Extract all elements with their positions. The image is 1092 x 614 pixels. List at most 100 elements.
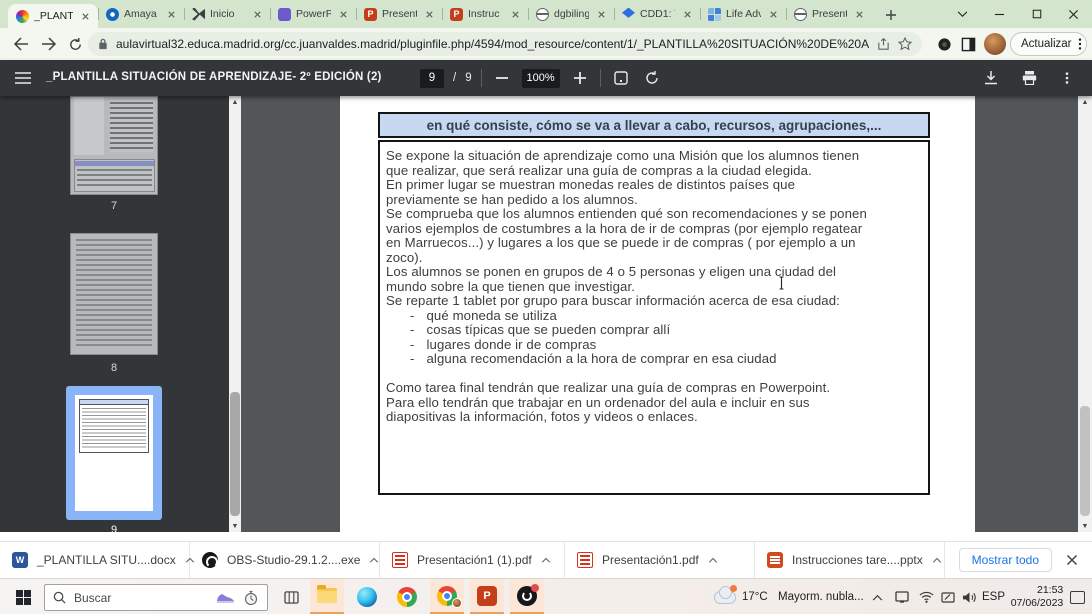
thumbnail-header-bar <box>80 400 148 405</box>
graduation-cap-favicon <box>622 7 635 18</box>
print-icon[interactable] <box>1018 67 1040 89</box>
share-icon[interactable] <box>877 37 890 51</box>
reload-button[interactable] <box>64 33 86 55</box>
more-menu-icon[interactable] <box>1078 37 1082 51</box>
tab-cdd1[interactable]: CDD1: T <box>614 0 700 28</box>
page-number-input[interactable]: 9 <box>420 68 444 88</box>
update-chrome-button[interactable]: Actualizar <box>1010 32 1087 56</box>
thumbnail-page-9-selected[interactable] <box>66 386 162 520</box>
thumbnail-page-7[interactable] <box>70 96 158 195</box>
display-tray-icon[interactable] <box>892 579 912 614</box>
close-icon[interactable] <box>78 9 92 23</box>
chevron-down-icon[interactable] <box>944 0 981 28</box>
tab-dgbiling[interactable]: dgbiling <box>528 0 614 28</box>
sidebar-scrollbar[interactable]: ▲ ▼ <box>229 96 241 532</box>
new-tab-button[interactable] <box>878 2 904 28</box>
tab-plantilla[interactable]: _PLANTI <box>8 4 98 28</box>
document-line: varios ejemplos de costumbres a la hora … <box>386 221 863 236</box>
document-line: zoco). <box>386 250 423 265</box>
extension-icon[interactable] <box>934 34 954 54</box>
taskbar-chrome[interactable] <box>390 579 424 614</box>
chevron-up-icon[interactable] <box>369 557 379 563</box>
search-input[interactable]: Buscar <box>44 584 268 611</box>
close-icon[interactable] <box>422 7 436 21</box>
weather-description[interactable]: Mayorm. nubla... <box>778 579 864 614</box>
close-downloads-icon[interactable] <box>1066 554 1078 566</box>
scroll-down-icon[interactable]: ▼ <box>1078 520 1092 532</box>
tab-presentacion[interactable]: P Presenta <box>356 0 442 28</box>
zoom-in-icon[interactable] <box>569 67 591 89</box>
download-item[interactable]: OBS-Studio-29.1.2....exe <box>190 542 380 578</box>
taskbar-powerpoint[interactable]: P <box>470 579 504 614</box>
close-icon[interactable] <box>852 7 866 21</box>
start-button[interactable] <box>8 579 38 614</box>
tab-label: Present <box>812 8 847 20</box>
viewer-scrollbar[interactable]: ▲ ▼ <box>1078 96 1092 532</box>
close-icon[interactable] <box>766 7 780 21</box>
download-item[interactable]: Instrucciones tare....pptx <box>755 542 945 578</box>
action-center-button[interactable] <box>1066 579 1088 614</box>
page-separator: / <box>453 72 457 84</box>
close-icon[interactable] <box>250 7 264 21</box>
tab-powerpoint-online[interactable]: PowerP <box>270 0 356 28</box>
blue-circle-favicon <box>106 7 119 21</box>
scrollbar-thumb[interactable] <box>1080 406 1090 516</box>
zoom-out-icon[interactable] <box>491 67 513 89</box>
scroll-down-icon[interactable]: ▼ <box>229 520 241 532</box>
taskbar-obs[interactable] <box>510 579 544 614</box>
menu-icon[interactable] <box>12 67 34 89</box>
bookmark-star-icon[interactable] <box>898 37 912 51</box>
minimize-button[interactable] <box>981 0 1018 28</box>
download-filename: _PLANTILLA SITU....docx <box>37 553 176 567</box>
scroll-up-icon[interactable]: ▲ <box>229 96 241 108</box>
taskbar-edge[interactable] <box>350 579 384 614</box>
volume-icon[interactable] <box>958 579 980 614</box>
close-icon[interactable] <box>680 7 694 21</box>
taskbar-chrome-profile[interactable] <box>430 579 464 614</box>
weather-temperature[interactable]: 17°C <box>742 579 768 614</box>
show-all-button[interactable]: Mostrar todo <box>958 548 1052 572</box>
hidden-icons-chevron[interactable] <box>868 579 886 614</box>
thumbnail-text-lines <box>82 408 146 450</box>
tab-life-adv[interactable]: Life Adv <box>700 0 786 28</box>
chevron-up-icon[interactable] <box>708 557 718 563</box>
maximize-button[interactable] <box>1018 0 1055 28</box>
tab-instrucciones[interactable]: P Instruc <box>442 0 528 28</box>
download-icon[interactable] <box>980 67 1002 89</box>
chevron-up-icon[interactable] <box>932 557 942 563</box>
download-item[interactable]: Presentación1.pdf <box>565 542 755 578</box>
close-icon[interactable] <box>336 7 350 21</box>
rotate-icon[interactable] <box>641 67 663 89</box>
thumbnail-page-8[interactable] <box>70 233 158 355</box>
tab-amaya[interactable]: Amaya F <box>98 0 184 28</box>
close-icon[interactable] <box>594 7 608 21</box>
language-indicator[interactable]: ESP <box>982 579 1005 614</box>
reading-mode-icon[interactable] <box>958 34 978 54</box>
tab-inicio[interactable]: Inicio <box>184 0 270 28</box>
back-button[interactable] <box>10 33 32 55</box>
url-bar[interactable]: aulavirtual32.educa.madrid.org/cc.juanva… <box>88 32 922 56</box>
thumbnail-text-lines <box>108 97 155 155</box>
close-icon[interactable] <box>508 7 522 21</box>
scrollbar-thumb[interactable] <box>230 392 240 516</box>
tab-present[interactable]: Present <box>786 0 872 28</box>
wifi-icon[interactable] <box>916 579 936 614</box>
taskbar-file-explorer[interactable] <box>310 579 344 614</box>
profile-avatar[interactable] <box>984 33 1006 55</box>
forward-button[interactable] <box>38 33 60 55</box>
more-options-icon[interactable] <box>1056 67 1078 89</box>
clock[interactable]: 21:53 07/06/2023 <box>1008 579 1066 614</box>
zoom-level-input[interactable]: 100% <box>521 68 560 88</box>
download-item[interactable]: W _PLANTILLA SITU....docx <box>0 542 194 578</box>
task-view-button[interactable] <box>278 579 304 614</box>
scroll-up-icon[interactable]: ▲ <box>1078 96 1092 108</box>
fit-page-icon[interactable] <box>610 67 632 89</box>
pen-tray-icon[interactable] <box>938 579 958 614</box>
close-icon[interactable] <box>164 7 178 21</box>
lock-icon <box>98 38 108 50</box>
grid-favicon <box>708 7 721 21</box>
download-item[interactable]: Presentación1 (1).pdf <box>380 542 565 578</box>
close-window-button[interactable] <box>1055 0 1092 28</box>
chevron-up-icon[interactable] <box>541 557 551 563</box>
weather-icon[interactable] <box>712 579 738 614</box>
